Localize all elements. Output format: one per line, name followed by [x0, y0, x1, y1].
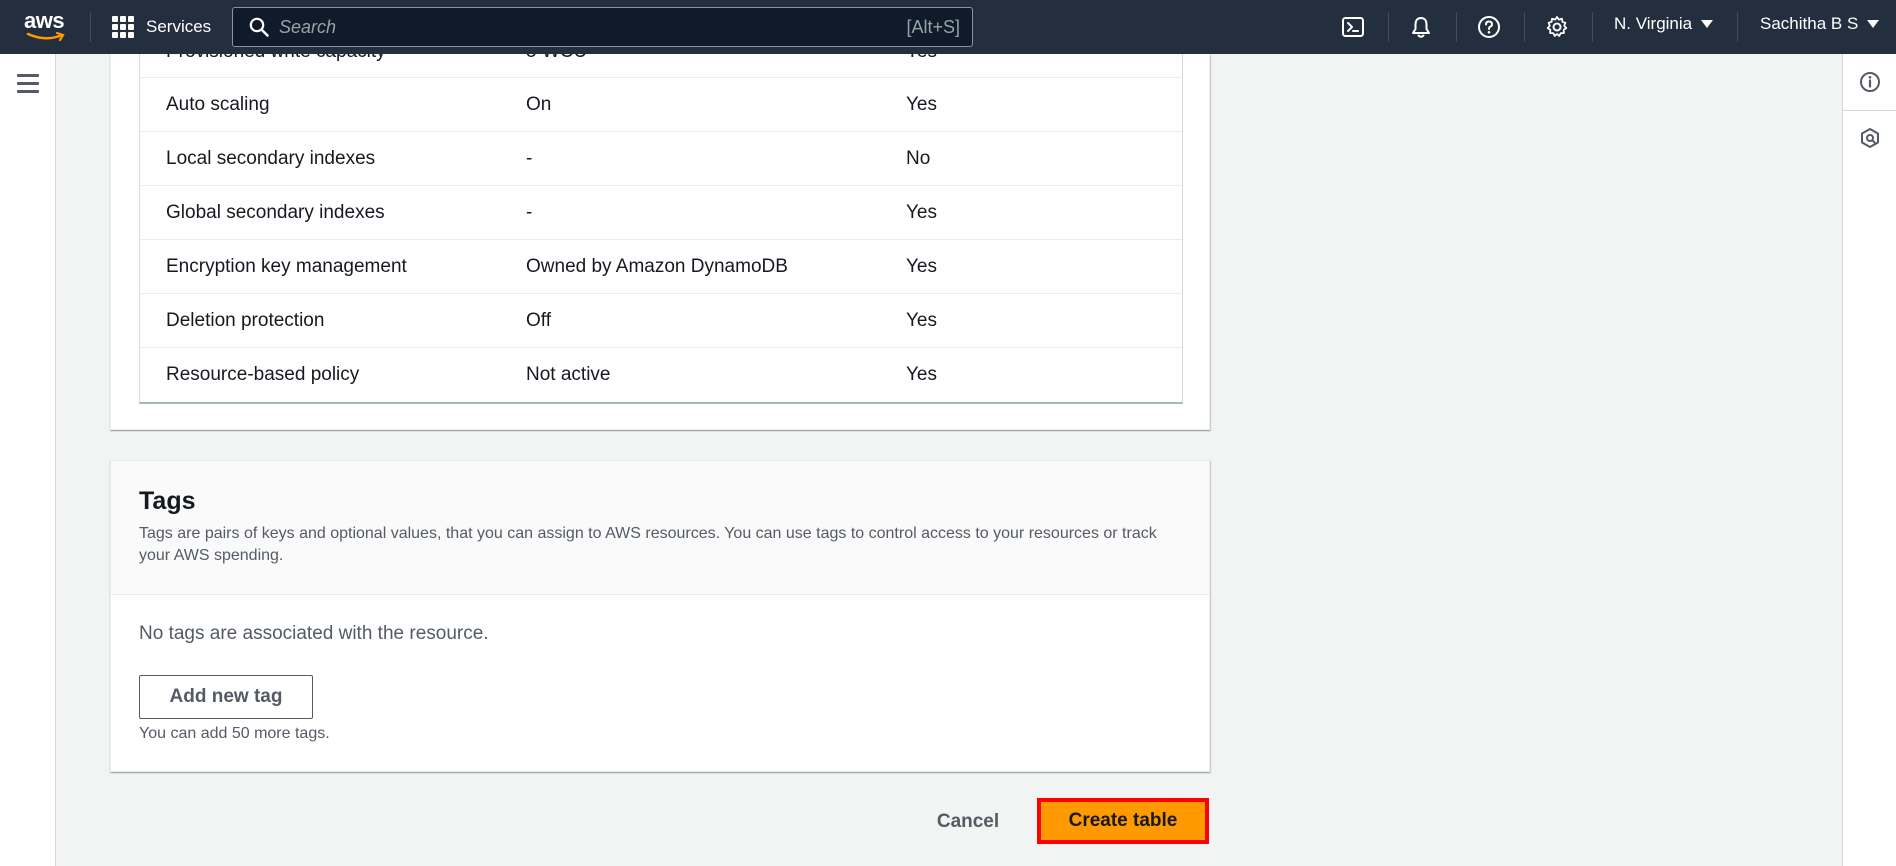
table-settings-summary: Provisioned write capacity 5 WCU Yes Aut…: [139, 54, 1183, 404]
tags-remaining-hint: You can add 50 more tags.: [139, 725, 330, 742]
services-menu-button[interactable]: Services: [112, 12, 211, 42]
table-settings-card: Provisioned write capacity 5 WCU Yes Aut…: [110, 54, 1210, 430]
info-icon[interactable]: [1857, 69, 1883, 95]
setting-editable: No: [906, 148, 931, 169]
security-hub-icon[interactable]: [1857, 125, 1883, 151]
setting-value: -: [526, 148, 533, 169]
menu-icon[interactable]: [17, 74, 39, 94]
nav-divider: [1388, 12, 1389, 42]
region-selector[interactable]: N. Virginia: [1614, 14, 1714, 34]
tags-description: Tags are pairs of keys and optional valu…: [139, 525, 1157, 564]
aws-smile-icon: [26, 32, 65, 42]
table-row: Provisioned write capacity 5 WCU Yes: [140, 54, 1182, 78]
setting-name: Provisioned write capacity: [166, 54, 386, 63]
setting-name: Auto scaling: [166, 94, 270, 115]
help-icon[interactable]: [1474, 12, 1504, 42]
tags-title: Tags: [139, 487, 196, 515]
tools-panel-strip: [1842, 54, 1896, 866]
setting-name: Encryption key management: [166, 256, 407, 277]
caret-down-icon: [1701, 20, 1714, 28]
top-navigation: aws Services [Alt+S]: [0, 0, 1896, 54]
table-row: Resource-based policy Not active Yes: [140, 348, 1182, 402]
create-table-button[interactable]: Create table: [1037, 798, 1209, 844]
aws-logo-text: aws: [24, 8, 65, 33]
bell-icon[interactable]: [1406, 12, 1436, 42]
aws-logo[interactable]: aws: [24, 10, 68, 44]
search-icon: [249, 17, 269, 37]
setting-value: On: [526, 94, 552, 115]
setting-name: Resource-based policy: [166, 364, 360, 385]
grid-icon: [112, 16, 134, 38]
setting-editable: Yes: [906, 54, 937, 63]
table-row: Encryption key management Owned by Amazo…: [140, 240, 1182, 294]
empty-tags-message: No tags are associated with the resource…: [139, 623, 489, 644]
gear-icon[interactable]: [1542, 12, 1572, 42]
setting-name: Global secondary indexes: [166, 202, 385, 223]
table-row: Local secondary indexes - No: [140, 132, 1182, 186]
nav-divider: [90, 12, 91, 42]
caret-down-icon: [1867, 20, 1880, 28]
left-navigation-drawer: [0, 54, 56, 866]
account-label: Sachitha B S: [1760, 14, 1859, 33]
search-input[interactable]: [279, 16, 907, 38]
table-row: Deletion protection Off Yes: [140, 294, 1182, 348]
setting-editable: Yes: [906, 94, 937, 115]
nav-divider: [1737, 12, 1738, 42]
setting-value: Off: [526, 310, 551, 331]
account-menu[interactable]: Sachitha B S: [1760, 14, 1880, 34]
services-label: Services: [146, 17, 212, 36]
setting-editable: Yes: [906, 310, 937, 331]
add-new-tag-button[interactable]: Add new tag: [139, 675, 313, 719]
setting-value: Owned by Amazon DynamoDB: [526, 256, 788, 277]
setting-name: Deletion protection: [166, 310, 325, 331]
setting-value: Not active: [526, 364, 611, 385]
setting-editable: Yes: [906, 256, 937, 277]
tags-card: Tags Tags are pairs of keys and optional…: [110, 460, 1210, 772]
cloudshell-icon[interactable]: [1338, 12, 1368, 42]
search-bar[interactable]: [Alt+S]: [232, 7, 973, 47]
setting-value: 5 WCU: [526, 54, 587, 63]
region-label: N. Virginia: [1614, 14, 1693, 33]
tools-divider: [1843, 110, 1896, 111]
nav-divider: [1456, 12, 1457, 42]
table-row: Auto scaling On Yes: [140, 78, 1182, 132]
tags-header: Tags Tags are pairs of keys and optional…: [111, 461, 1209, 595]
nav-divider: [1524, 12, 1525, 42]
nav-divider: [1592, 12, 1593, 42]
table-row: Global secondary indexes - Yes: [140, 186, 1182, 240]
cancel-button[interactable]: Cancel: [920, 802, 1016, 842]
search-shortcut-hint: [Alt+S]: [906, 16, 960, 37]
setting-editable: Yes: [906, 364, 937, 385]
setting-value: -: [526, 202, 533, 223]
setting-editable: Yes: [906, 202, 937, 223]
setting-name: Local secondary indexes: [166, 148, 376, 169]
